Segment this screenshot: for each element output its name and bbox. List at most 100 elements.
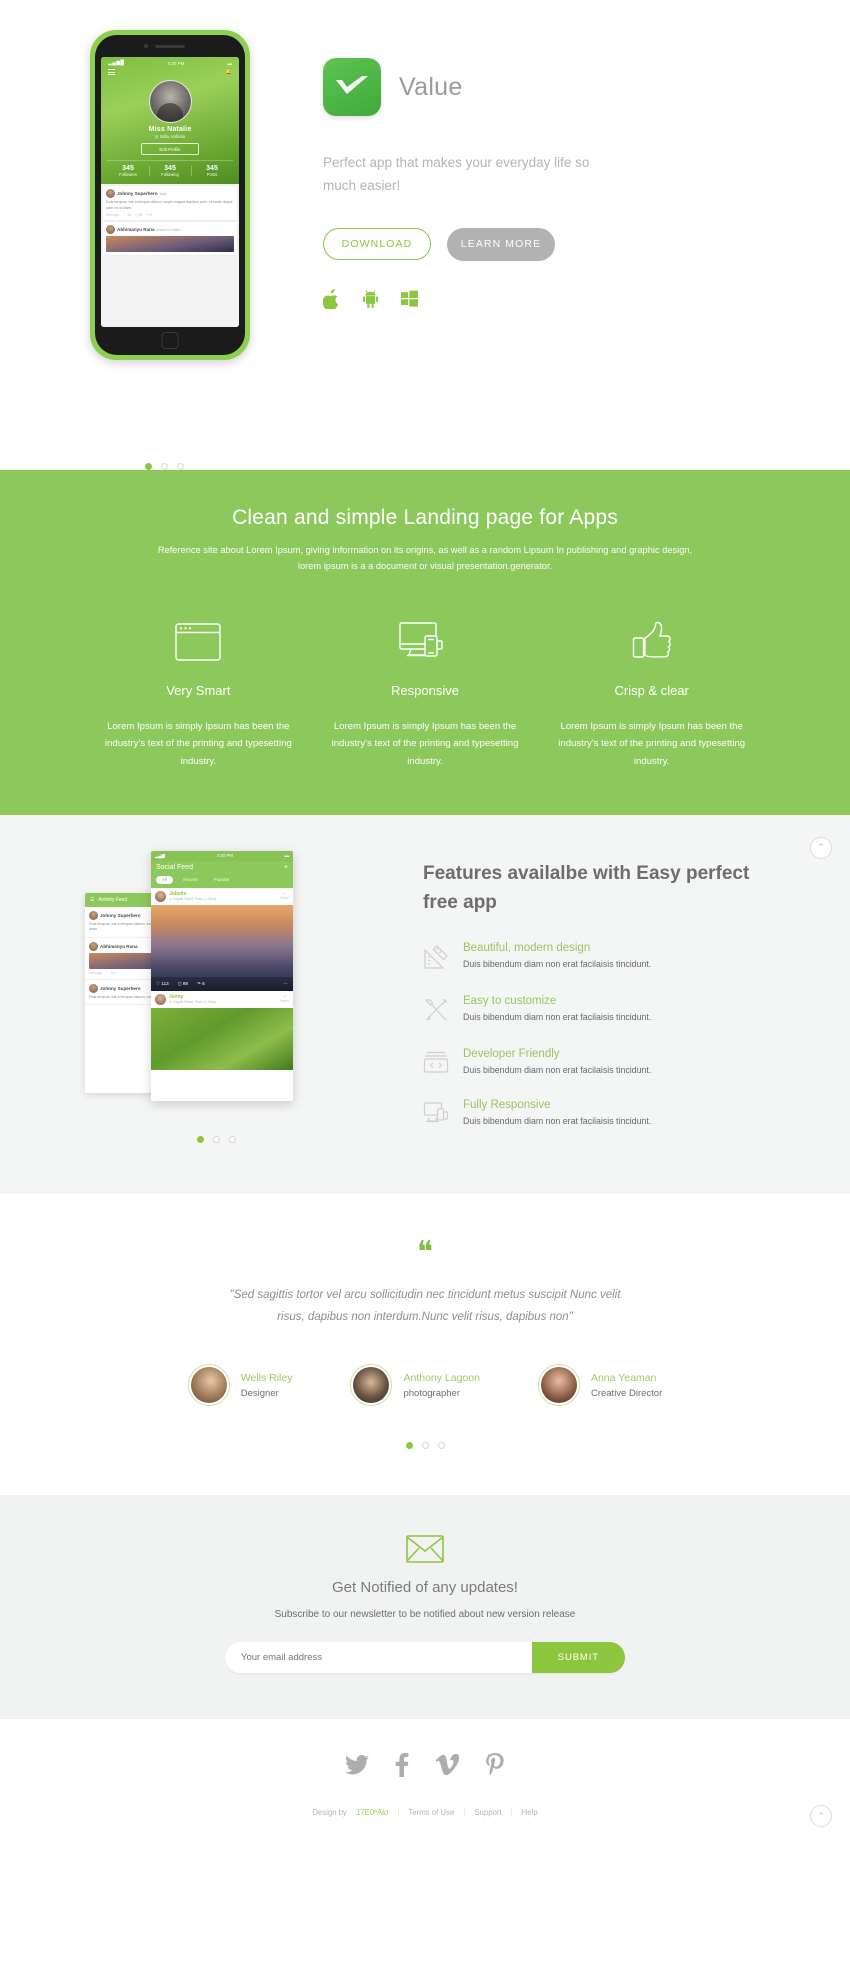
more-icon[interactable]: ⋯	[283, 981, 288, 987]
tab-popular[interactable]: Popular	[208, 876, 236, 884]
menu-icon[interactable]	[108, 68, 115, 76]
carousel-dot-1[interactable]	[145, 463, 152, 470]
tab-all[interactable]: All	[156, 875, 174, 884]
green-heading: Clean and simple Landing page for Apps	[232, 506, 618, 529]
testimonials-section: ❝ "Sed sagittis tortor vel arcu sollicit…	[0, 1193, 850, 1496]
feature-body: Lorem Ipsum is simply Ipsum has been the…	[331, 720, 519, 767]
signal-icon: ▂▄▆█	[108, 60, 125, 66]
carousel-dot-2[interactable]	[161, 463, 168, 470]
email-field[interactable]	[225, 1642, 532, 1674]
testimonial-author[interactable]: Wells Riley Designer	[187, 1364, 292, 1407]
card-photo	[151, 1007, 293, 1070]
feature-body: Duis bibendum diam non erat facilaisis t…	[463, 1011, 652, 1022]
card-location: ◎ Hayak Hotel, Paris (1.2km)	[169, 897, 217, 902]
responsive-devices-icon	[328, 619, 523, 665]
phone-feed[interactable]: Johnny Superhero says Duis tempus, est a…	[101, 184, 239, 327]
testimonial-author[interactable]: Anna Yeaman Creative Director	[537, 1364, 663, 1407]
author-name: Anna Yeaman	[590, 1371, 657, 1384]
author-role: Designer	[240, 1387, 279, 1399]
post-author: Abhimanyu Rana	[117, 227, 155, 233]
newsletter-subtext: Subscribe to our newsletter to be notifi…	[274, 1609, 576, 1621]
comments[interactable]: ◻ 89	[178, 981, 188, 987]
card-photo: ♡ 113 ◻ 89 ↷ 6 ⋯	[151, 904, 293, 991]
card-time: ⏱ 9mnn	[280, 892, 289, 901]
card-location: ◎ Hayak Hotel, Paris (1.2km)	[169, 1000, 217, 1005]
testimonial-author[interactable]: Anthony Lagoon photographer	[350, 1364, 480, 1407]
menu-icon[interactable]: ☰	[90, 897, 94, 903]
carousel-dot-3[interactable]	[229, 1135, 236, 1143]
post-author: Johnny Superhero	[117, 191, 158, 197]
features-section: ⌃ ☰ Activity Feed Johnny Superhero Duis …	[0, 814, 850, 1194]
card-time: ⏱ 9mnn	[280, 995, 289, 1004]
avatar	[106, 189, 115, 199]
carousel-dot-1[interactable]	[405, 1442, 413, 1450]
profile-name: Miss Natalie	[148, 126, 192, 134]
testimonial-carousel-dots[interactable]	[0, 1442, 850, 1450]
mockup-back-title: Activity Feed	[98, 896, 128, 903]
post-likes[interactable]: ♡ 93	[123, 213, 131, 217]
support-link[interactable]: Support	[474, 1808, 501, 1817]
phone-time: 4:20 PM	[167, 60, 185, 66]
avatar	[106, 225, 115, 235]
feature-title: Responsive	[391, 682, 459, 698]
post-image	[106, 236, 234, 253]
carousel-dot-2[interactable]	[421, 1442, 429, 1450]
tools-icon	[423, 995, 449, 1028]
feature-title: Beautiful, modern design	[463, 941, 591, 954]
feature-title: Very Smart	[166, 682, 231, 698]
newsletter-section: Get Notified of any updates! Subscribe t…	[0, 1495, 850, 1720]
submit-button[interactable]: SUBMIT	[531, 1642, 625, 1674]
carousel-dot-2[interactable]	[213, 1135, 220, 1143]
edit-profile-button[interactable]: Edit Profile	[141, 143, 199, 156]
newsletter-form: SUBMIT	[225, 1642, 625, 1674]
thumbs-up-icon	[554, 619, 749, 665]
feed-post[interactable]: Abhimanyu Rana shared a Video	[103, 222, 237, 256]
mockup-carousel-dots[interactable]	[197, 1135, 236, 1143]
avatar	[537, 1364, 580, 1407]
footer: Design by 17E0ªAlo | Terms of Use | Supp…	[0, 1719, 850, 1840]
browser-window-icon	[101, 619, 296, 665]
post-shares[interactable]: ↷ 6	[147, 213, 153, 217]
feature-title: Developer Friendly	[463, 1047, 560, 1060]
carousel-dot-1[interactable]	[197, 1135, 204, 1143]
help-link[interactable]: Help	[522, 1808, 538, 1817]
android-icon[interactable]	[362, 289, 379, 314]
design-by-link[interactable]: 17E0ªAlo	[356, 1808, 388, 1817]
mockup-card[interactable]: Juliette ◎ Hayak Hotel, Paris (1.2km) ⏱ 9…	[151, 888, 293, 991]
author-role: Creative Director	[590, 1387, 663, 1399]
learn-more-button[interactable]: LEARN MORE	[447, 227, 555, 261]
brand-name: Value	[399, 72, 463, 101]
feed-post[interactable]: Johnny Superhero says Duis tempus, est a…	[103, 186, 237, 221]
carousel-dot-3[interactable]	[177, 463, 184, 470]
chevron-up-icon[interactable]: ⌃	[810, 1805, 832, 1828]
tab-recent[interactable]: Recent	[177, 876, 204, 884]
shares[interactable]: ↷ 6	[197, 981, 205, 987]
likes[interactable]: ♡ 113	[156, 981, 169, 987]
bell-icon[interactable]: 🔔	[226, 69, 232, 75]
avatar	[89, 910, 98, 920]
windows-icon[interactable]	[401, 290, 418, 312]
vimeo-icon[interactable]	[435, 1754, 459, 1781]
testimonial-quote: "Sed sagittis tortor vel arcu sollicitud…	[229, 1288, 621, 1324]
ruler-triangle-icon	[423, 942, 449, 975]
facebook-icon[interactable]	[395, 1753, 409, 1782]
landing-page: ▂▄▆█ 4:20 PM ▬ 🔔 Miss Natalie ◎ India, K…	[0, 0, 850, 1840]
post-time: 5mn ago	[106, 213, 120, 218]
mockup-time: 4:20 PM	[216, 852, 233, 858]
avatar	[155, 993, 166, 1005]
carousel-dot-3[interactable]	[437, 1442, 445, 1450]
apple-icon[interactable]	[322, 288, 340, 314]
mockup-card[interactable]: Jenny ◎ Hayak Hotel, Paris (1.2km) ⏱ 9mnn	[151, 991, 293, 1070]
green-feature-very-smart: Very Smart Lorem Ipsum is simply Ipsum h…	[85, 619, 312, 771]
download-button[interactable]: DOWNLOAD	[323, 228, 431, 261]
terms-of-use-link[interactable]: Terms of Use	[408, 1808, 454, 1817]
chevron-up-icon[interactable]: ⌃	[810, 836, 832, 859]
post-comments[interactable]: ◻ 89	[135, 213, 143, 217]
twitter-icon[interactable]	[345, 1755, 369, 1780]
phone-home-button[interactable]	[161, 332, 179, 349]
add-icon[interactable]: +	[284, 864, 288, 871]
pinterest-icon[interactable]	[485, 1753, 505, 1782]
hero-carousel-dots[interactable]	[145, 463, 184, 470]
feature-item-fully-responsive: Fully Responsive Duis bibendum diam non …	[423, 1099, 765, 1128]
quote-mark-icon: ❝	[416, 1235, 434, 1269]
